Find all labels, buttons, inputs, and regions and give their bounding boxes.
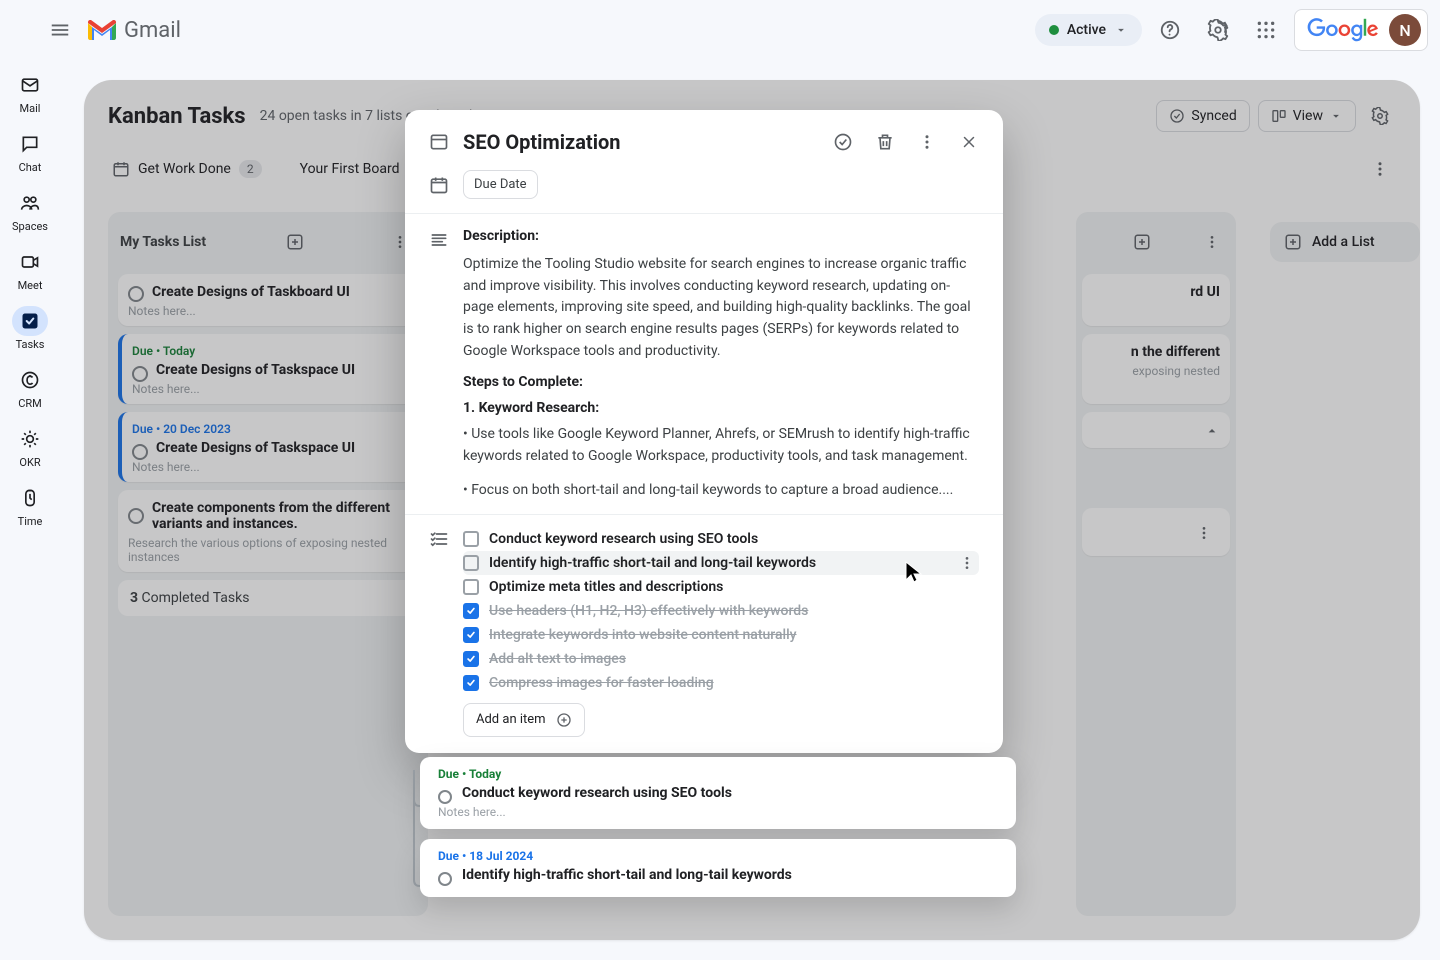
due-date-chip[interactable]: Due Date	[463, 170, 538, 199]
mail-icon	[12, 70, 48, 100]
checklist-item[interactable]: Conduct keyword research using SEO tools	[463, 527, 979, 551]
main-menu-button[interactable]	[38, 8, 82, 52]
chevron-down-icon	[1114, 23, 1128, 37]
checklist-label: Optimize meta titles and descriptions	[489, 579, 723, 595]
subtask-notes: Notes here...	[438, 805, 1002, 819]
rail-tasks[interactable]: Tasks	[0, 300, 60, 357]
checkbox[interactable]	[463, 603, 479, 619]
avatar: N	[1389, 14, 1421, 46]
checklist-item[interactable]: Optimize meta titles and descriptions	[463, 575, 979, 599]
checkbox[interactable]	[463, 627, 479, 643]
spaces-icon	[12, 188, 48, 218]
subtask-card[interactable]: Due • Today Conduct keyword research usi…	[420, 757, 1016, 829]
left-rail: Mail Chat Spaces Meet Tasks CRM OKR Time	[0, 60, 60, 960]
checklist-label: Conduct keyword research using SEO tools	[489, 531, 758, 547]
rail-chat[interactable]: Chat	[0, 123, 60, 180]
checklist-item[interactable]: Add alt text to images	[463, 647, 979, 671]
description-label: Description:	[463, 228, 979, 244]
meet-icon	[12, 247, 48, 277]
checklist-item[interactable]: Compress images for faster loading	[463, 671, 979, 695]
checklist-label: Add alt text to images	[489, 651, 626, 667]
rail-label: Meet	[18, 279, 43, 292]
brand: Gmail	[86, 18, 181, 43]
checkbox[interactable]	[463, 579, 479, 595]
checkbox[interactable]	[463, 675, 479, 691]
rail-label: Chat	[19, 161, 42, 174]
description-body: Optimize the Tooling Studio website for …	[463, 254, 979, 362]
description-icon	[429, 230, 449, 506]
subtask-card[interactable]: Due • 18 Jul 2024 Identify high-traffic …	[420, 839, 1016, 897]
task-detail-dialog: SEO Optimization Due Date Descri	[405, 110, 1003, 753]
checklist-item[interactable]: Use headers (H1, H2, H3) effectively wit…	[463, 599, 979, 623]
close-button[interactable]	[951, 124, 987, 160]
checklist-item[interactable]: Integrate keywords into website content …	[463, 623, 979, 647]
crm-icon	[12, 365, 48, 395]
checklist-label: Identify high-traffic short-tail and lon…	[489, 555, 816, 571]
rail-meet[interactable]: Meet	[0, 241, 60, 298]
checkbox[interactable]	[463, 651, 479, 667]
step-bullet: • Use tools like Google Keyword Planner,…	[463, 424, 979, 467]
account-chip[interactable]: N	[1294, 9, 1428, 51]
apps-button[interactable]	[1246, 10, 1286, 50]
calendar-icon	[429, 175, 449, 195]
subtask-due: Due • Today	[438, 767, 1002, 781]
steps-label: Steps to Complete:	[463, 374, 979, 390]
rail-mail[interactable]: Mail	[0, 64, 60, 121]
rail-crm[interactable]: CRM	[0, 359, 60, 416]
rail-spaces[interactable]: Spaces	[0, 182, 60, 239]
rail-label: Spaces	[12, 220, 48, 233]
task-complete-toggle[interactable]	[438, 790, 452, 804]
checklist-icon	[429, 529, 449, 737]
okr-icon	[12, 424, 48, 454]
rail-time[interactable]: Time	[0, 477, 60, 534]
task-complete-toggle[interactable]	[438, 872, 452, 886]
subtask-title: Identify high-traffic short-tail and lon…	[438, 867, 1002, 883]
add-item-label: Add an item	[476, 712, 546, 727]
rail-okr[interactable]: OKR	[0, 418, 60, 475]
brand-text: Gmail	[124, 18, 181, 43]
chat-icon	[12, 129, 48, 159]
subtask-due: Due • 18 Jul 2024	[438, 849, 1002, 863]
dialog-title: SEO Optimization	[463, 130, 620, 154]
description-content: Description: Optimize the Tooling Studio…	[463, 228, 979, 506]
floating-subtask-cards: Due • Today Conduct keyword research usi…	[420, 757, 1016, 907]
checklist-label: Integrate keywords into website content …	[489, 627, 797, 643]
google-logo-icon	[1307, 18, 1379, 42]
rail-label: Mail	[20, 102, 41, 115]
time-icon	[12, 483, 48, 513]
checkbox[interactable]	[463, 531, 479, 547]
tasks-icon	[12, 306, 48, 336]
step-heading: 1. Keyword Research:	[463, 400, 979, 416]
checkbox[interactable]	[463, 555, 479, 571]
plus-circle-icon	[556, 712, 572, 728]
add-checklist-item-button[interactable]: Add an item	[463, 703, 585, 737]
help-button[interactable]	[1150, 10, 1190, 50]
rail-label: Tasks	[16, 338, 45, 351]
checklist-item-more-button[interactable]	[959, 555, 975, 571]
mark-done-button[interactable]	[825, 124, 861, 160]
presence-label: Active	[1067, 22, 1106, 38]
rail-label: Time	[18, 515, 43, 528]
rail-label: OKR	[19, 456, 40, 469]
presence-dot-icon	[1049, 25, 1059, 35]
delete-button[interactable]	[867, 124, 903, 160]
dialog-more-button[interactable]	[909, 124, 945, 160]
card-icon	[429, 132, 449, 152]
checklist-label: Compress images for faster loading	[489, 675, 714, 691]
rail-label: CRM	[18, 397, 42, 410]
step-bullet: • Focus on both short-tail and long-tail…	[463, 480, 979, 502]
subtask-title: Conduct keyword research using SEO tools	[438, 785, 1002, 801]
presence-chip[interactable]: Active	[1035, 14, 1142, 46]
checklist-item[interactable]: Identify high-traffic short-tail and lon…	[463, 551, 979, 575]
checklist-label: Use headers (H1, H2, H3) effectively wit…	[489, 603, 808, 619]
settings-button[interactable]	[1198, 10, 1238, 50]
gmail-logo-icon	[86, 18, 118, 42]
